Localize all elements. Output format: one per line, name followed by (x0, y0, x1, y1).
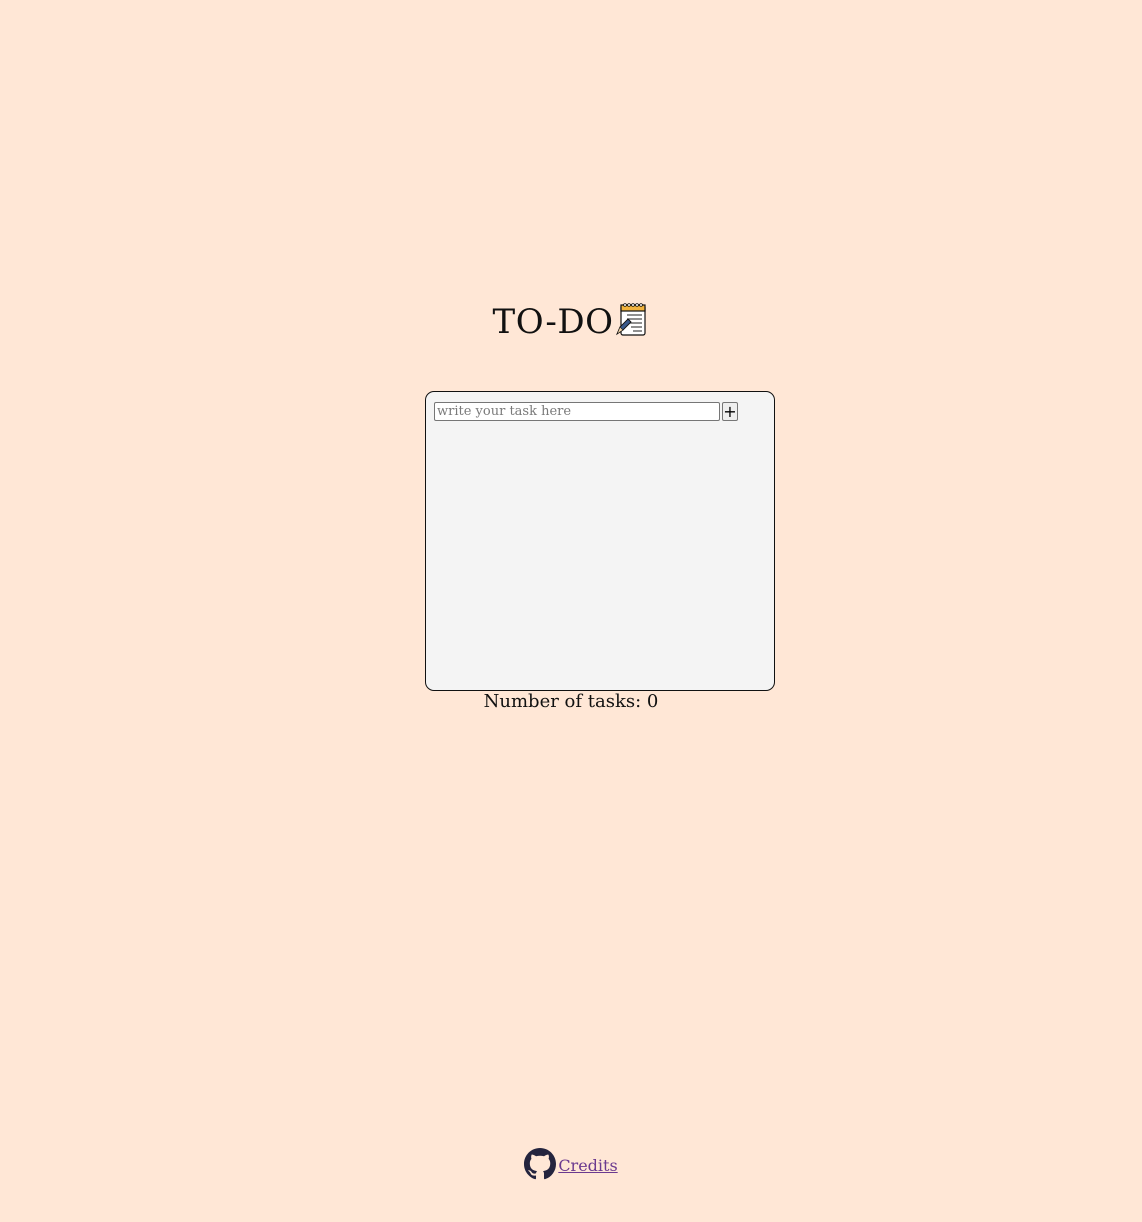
footer: Credits (0, 1148, 1142, 1180)
page-title: TO-DO (492, 302, 614, 342)
task-panel: + (425, 391, 775, 691)
add-task-button[interactable]: + (722, 402, 738, 421)
notepad-icon (615, 301, 649, 337)
task-counter: Number of tasks: 0 (483, 691, 659, 712)
task-input[interactable] (434, 402, 720, 421)
header: TO-DO (0, 298, 1142, 346)
github-icon[interactable] (524, 1148, 557, 1180)
credits-link[interactable]: Credits (558, 1156, 617, 1175)
task-list (434, 432, 766, 682)
